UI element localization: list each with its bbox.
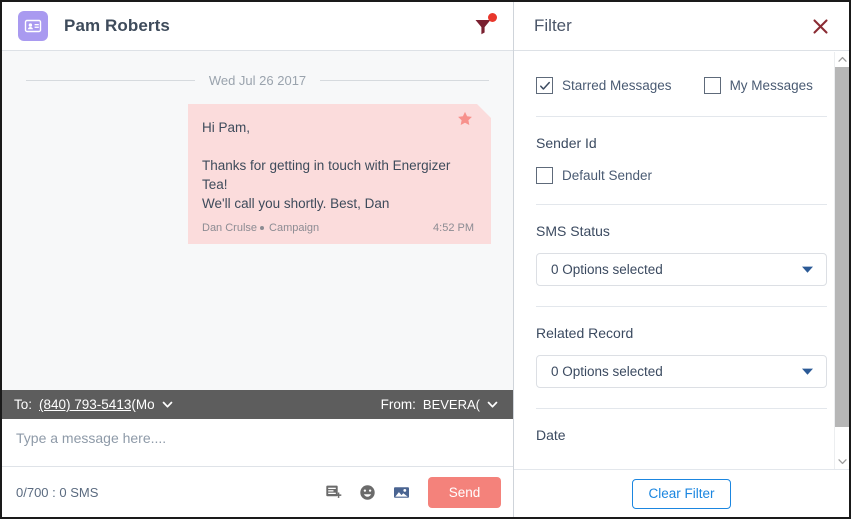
chevron-down-icon[interactable] [486, 398, 499, 411]
related-record-section: Related Record 0 Options selected [536, 307, 827, 408]
compose-footer: 0/700 : 0 SMS Send [2, 467, 513, 517]
sms-status-label: SMS Status [536, 223, 610, 239]
sms-status-selected-value: 0 Options selected [551, 262, 663, 277]
date-divider: Wed Jul 26 2017 [24, 73, 491, 88]
date-section: Date From To [536, 409, 827, 469]
sms-status-select[interactable]: 0 Options selected [536, 253, 827, 286]
related-record-selected-value: 0 Options selected [551, 364, 663, 379]
message-greeting: Hi Pam, [202, 120, 251, 135]
to-value-suffix: (Mo [131, 397, 155, 412]
message-bubble[interactable]: Hi Pam, Thanks for getting in touch with… [188, 104, 491, 244]
checkbox-my-messages[interactable]: My Messages [703, 77, 813, 94]
checkbox-label: Default Sender [562, 168, 653, 183]
message-sender: Dan Crulse [202, 222, 258, 234]
send-button[interactable]: Send [428, 476, 501, 508]
scrollbar-thumb[interactable] [835, 67, 849, 427]
compose-area: To: (840) 793-5413 (Mo From: BEVERA(Typ… [2, 390, 513, 517]
dropdown-caret-icon [801, 265, 814, 274]
date-divider-label: Wed Jul 26 2017 [208, 73, 307, 88]
from-field[interactable]: From: BEVERA( [381, 397, 499, 412]
scroll-up-arrow-icon[interactable] [835, 52, 849, 67]
message-body-line-2: We'll call you shortly. Best, Dan [202, 196, 390, 211]
sender-id-label: Sender Id [536, 135, 597, 151]
compose-icon-group [325, 484, 410, 501]
checkbox-label: Starred Messages [562, 78, 672, 93]
message-time: 4:52 PM [433, 222, 474, 234]
date-from-col: From [536, 459, 671, 469]
conversation-header: Pam Roberts [2, 2, 513, 51]
chevron-down-icon[interactable] [161, 398, 174, 411]
filter-panel-header: Filter [514, 2, 849, 51]
date-to-col: To [693, 459, 828, 469]
image-attach-icon[interactable] [393, 484, 410, 501]
check-icon [539, 81, 550, 90]
to-value[interactable]: (840) 793-5413 [39, 397, 131, 412]
message-body-line-1: Thanks for getting in touch with Energiz… [202, 158, 454, 192]
divider-rule-left [26, 80, 195, 81]
divider-rule-right [320, 80, 489, 81]
filter-panel-title: Filter [534, 16, 572, 35]
date-to-label: To [692, 459, 707, 469]
filter-panel: Filter Starred Messages My Messages Send… [514, 2, 849, 517]
from-value: BEVERA( [422, 397, 480, 412]
filter-panel-body: Starred Messages My Messages Sender Id D… [514, 51, 849, 469]
template-add-icon[interactable] [325, 484, 342, 501]
emoji-smiley-icon[interactable] [359, 484, 376, 501]
checkbox-starred-messages[interactable]: Starred Messages [536, 77, 672, 94]
filter-active-badge [488, 13, 497, 22]
meta-separator-dot [260, 225, 265, 230]
to-field[interactable]: To: (840) 793-5413 (Mo [14, 397, 381, 412]
recipient-bar: To: (840) 793-5413 (Mo From: BEVERA( [2, 390, 513, 419]
scroll-down-arrow-icon[interactable] [835, 454, 849, 469]
message-sender-source: Dan Crulse Campaign [202, 219, 319, 238]
filter-scrollbar[interactable] [834, 52, 849, 469]
checkbox-box [703, 77, 721, 94]
sender-id-section: Sender Id Default Sender [536, 117, 827, 204]
conversation-pane: Pam Roberts Wed Jul 26 2017 Hi Pam, Than… [2, 2, 514, 517]
checkbox-default-sender[interactable]: Default Sender [536, 167, 795, 184]
date-label: Date [536, 427, 566, 443]
checkbox-label: My Messages [729, 78, 813, 93]
clear-filter-button[interactable]: Clear Filter [632, 478, 731, 509]
filter-toggle-button[interactable] [467, 10, 499, 42]
character-counter: 0/700 : 0 SMS [16, 484, 99, 500]
related-record-label: Related Record [536, 325, 634, 341]
star-icon[interactable] [457, 111, 473, 130]
message-row: Hi Pam, Thanks for getting in touch with… [24, 104, 491, 244]
checkbox-box [536, 77, 553, 94]
contact-card-icon [18, 11, 48, 41]
message-scope-checkboxes: Starred Messages My Messages [536, 51, 827, 116]
checkbox-box [536, 167, 553, 184]
related-record-select[interactable]: 0 Options selected [536, 355, 827, 388]
filter-panel-footer: Clear Filter [514, 469, 849, 517]
sms-status-section: SMS Status 0 Options selected [536, 205, 827, 306]
message-input-wrapper [2, 419, 513, 467]
close-icon[interactable] [807, 13, 833, 39]
message-meta: Dan Crulse Campaign 4:52 PM [202, 219, 474, 238]
message-source: Campaign [269, 222, 320, 234]
date-from-label: From [536, 459, 568, 469]
sms-conversation-window: Pam Roberts Wed Jul 26 2017 Hi Pam, Than… [0, 0, 851, 519]
page-title: Pam Roberts [64, 16, 170, 35]
message-list: Wed Jul 26 2017 Hi Pam, Thanks for getti… [2, 51, 513, 390]
to-label: To: [14, 397, 33, 412]
from-label: From: [380, 397, 416, 412]
message-input[interactable] [2, 419, 513, 457]
date-range-fields: From To [536, 459, 827, 469]
scrollbar-track[interactable] [835, 67, 849, 454]
dropdown-caret-icon [801, 367, 814, 376]
